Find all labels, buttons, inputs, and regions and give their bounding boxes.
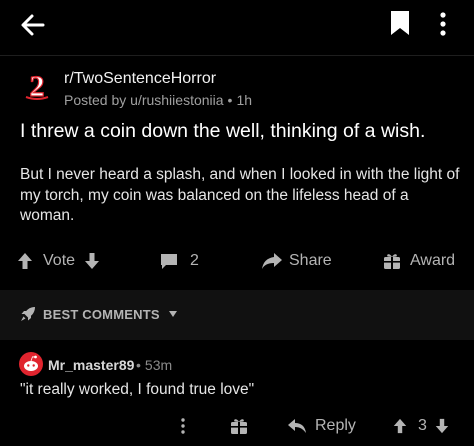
post-meta: Posted by u/rushiiestoniia • 1h [64, 92, 252, 108]
comment-bubble-icon [161, 254, 177, 269]
back-button[interactable] [18, 10, 48, 40]
award-button[interactable]: Award [383, 246, 455, 276]
reply-label: Reply [315, 417, 356, 434]
comments-button[interactable]: 2 [160, 246, 199, 276]
svg-text:2: 2 [30, 70, 45, 102]
subreddit-name-link[interactable]: r/TwoSentenceHorror [64, 70, 216, 88]
share-arrow-icon [262, 253, 282, 269]
award-label: Award [410, 252, 456, 269]
more-options-button[interactable] [436, 10, 450, 38]
comment-more-button[interactable] [178, 412, 188, 440]
bookmark-icon [391, 11, 409, 35]
comment-action-bar: Reply 3 [0, 412, 474, 440]
caret-down-icon [168, 311, 177, 317]
comment-text: "it really worked, I found true love" [20, 381, 255, 398]
rocket-icon [21, 307, 35, 321]
gift-icon [231, 419, 247, 434]
posted-by-link[interactable]: Posted by u/rushiiestoniia [64, 92, 224, 108]
upvote-arrow-icon[interactable] [392, 418, 408, 434]
post-age: 1h [236, 92, 253, 108]
comment-author[interactable]: Mr_master89 [48, 357, 134, 373]
sort-label: BEST COMMENTS [43, 306, 160, 322]
comment-meta: • 53m [136, 357, 172, 373]
comment-sort-button[interactable]: BEST COMMENTS [20, 306, 178, 322]
gift-icon [384, 254, 400, 269]
share-button[interactable]: Share [261, 246, 332, 276]
comment-count: 2 [190, 252, 199, 269]
comment-vote-control: 3 [392, 412, 450, 440]
top-app-bar [0, 0, 474, 52]
post-body: But I never heard a splash, and when I l… [20, 166, 460, 224]
reply-arrow-icon [288, 419, 306, 433]
vote-control: Vote [16, 246, 101, 276]
reply-button[interactable]: Reply [287, 412, 356, 440]
share-label: Share [289, 252, 332, 269]
vertical-ellipsis-icon [181, 418, 185, 434]
comment-author-avatar[interactable] [19, 352, 43, 376]
vote-label: Vote [43, 252, 76, 269]
snoo-avatar-icon [19, 352, 43, 376]
comment-score: 3 [418, 417, 427, 434]
subreddit-avatar[interactable]: 2 [20, 68, 54, 104]
arrow-left-icon [21, 14, 45, 36]
vertical-ellipsis-icon [440, 12, 446, 36]
comment-award-button[interactable] [230, 412, 248, 440]
post-title: I threw a coin down the well, thinking o… [20, 120, 426, 142]
bookmark-button[interactable] [389, 10, 411, 36]
upvote-arrow-icon[interactable] [16, 252, 34, 270]
meta-separator: • [227, 92, 233, 108]
two-sentence-logo-icon: 2 [20, 68, 54, 104]
comments-sort-bar: BEST COMMENTS [0, 290, 474, 340]
downvote-arrow-icon[interactable] [434, 418, 450, 434]
post-action-bar: Vote 2 Share Award [0, 246, 474, 276]
comment-separator: • [136, 357, 141, 373]
header-divider [0, 55, 474, 56]
comment-item: Mr_master89 • 53m "it really worked, I fo… [0, 344, 474, 446]
downvote-arrow-icon[interactable] [83, 252, 101, 270]
comment-age: 53m [144, 357, 173, 373]
